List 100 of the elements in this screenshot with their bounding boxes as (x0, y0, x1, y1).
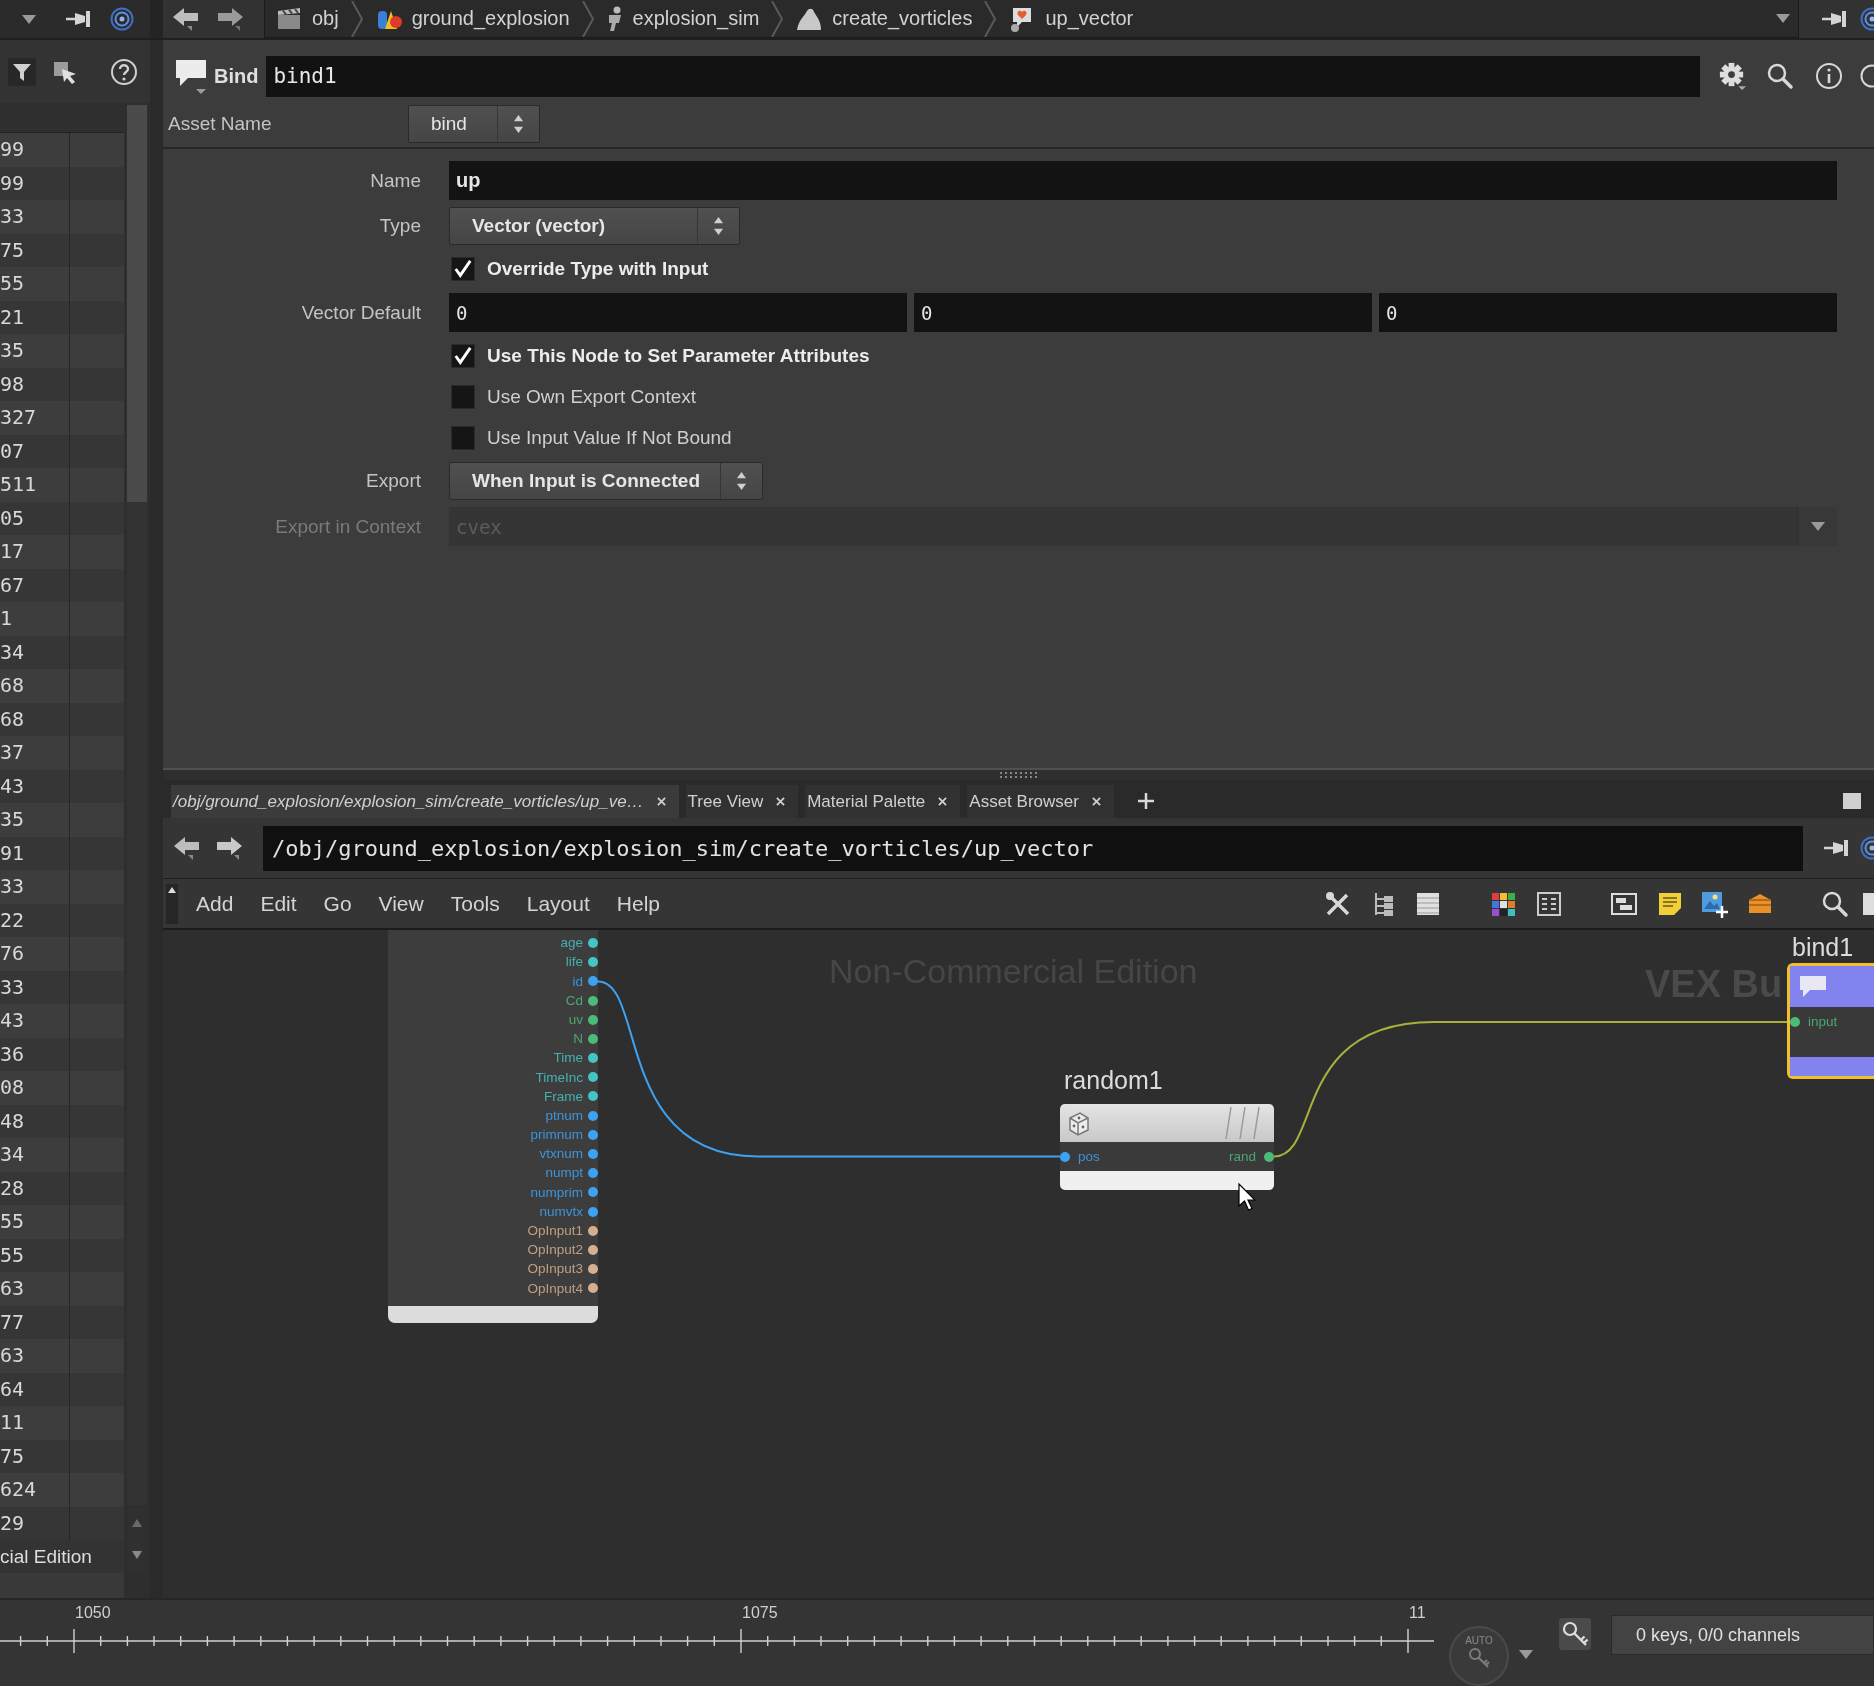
caret-down-icon[interactable] (1776, 14, 1790, 23)
port-dot-icon[interactable] (588, 1072, 598, 1083)
image-add-icon[interactable] (1700, 889, 1728, 918)
dropdown-button[interactable]: When Input is Connected (449, 462, 763, 500)
forward-arrow-icon[interactable] (216, 835, 243, 861)
port-dot-icon[interactable] (1264, 1151, 1274, 1162)
ring-icon[interactable] (1860, 836, 1874, 860)
table-cell-text: 1 (0, 605, 14, 632)
keys-status-button[interactable]: 0 keys, 0/0 channels (1611, 1615, 1874, 1655)
filter-icon[interactable] (8, 57, 36, 86)
port-dot-icon[interactable] (588, 1245, 598, 1255)
node-name-field[interactable]: bind1 (266, 55, 1700, 97)
menu-item[interactable]: Layout (526, 891, 590, 916)
port-dot-icon[interactable] (1060, 1151, 1070, 1162)
menu-item[interactable]: Go (323, 891, 352, 916)
menu-item[interactable]: View (378, 891, 424, 916)
info-icon[interactable] (1815, 62, 1843, 90)
checkbox[interactable] (451, 257, 475, 281)
table-cell-text: 28 (0, 1174, 26, 1202)
checkbox-label[interactable]: Override Type with Input (487, 258, 709, 280)
scroll-up-icon[interactable] (166, 883, 178, 924)
menu-item[interactable]: Add (196, 891, 234, 916)
port-dot-icon[interactable] (588, 938, 598, 948)
pin-icon[interactable] (66, 8, 92, 30)
random-node[interactable]: pos rand (1060, 1104, 1274, 1190)
key-icon[interactable] (1559, 1618, 1591, 1650)
port-dot-icon[interactable] (588, 1033, 598, 1044)
checkbox-label[interactable]: Use Input Value If Not Bound (487, 427, 732, 449)
caret-down-icon[interactable] (22, 14, 36, 24)
global-variables-node[interactable]: age life id Cd uv N Time TimeInc Frame ptnum primnum vtxnum numpt numprim numvtx OpInput1 OpInput2 OpInput3 OpInput4 (388, 930, 598, 1323)
port-dot-icon[interactable] (588, 1225, 598, 1236)
port-dot-icon[interactable] (588, 1168, 598, 1179)
close-icon[interactable] (1091, 797, 1101, 806)
breadcrumb[interactable]: ground_explosion (374, 4, 570, 33)
menu-item[interactable]: Help (616, 891, 660, 916)
pin-icon[interactable] (1824, 837, 1850, 859)
path-field[interactable]: /obj/ground_explosion/explosion_sim/create_vorticles/up_vector (263, 825, 1803, 871)
close-icon[interactable] (776, 797, 786, 806)
port-dot-icon[interactable] (588, 957, 598, 968)
checkbox[interactable] (451, 385, 475, 409)
port-dot-icon[interactable] (588, 1014, 598, 1025)
port-dot-icon[interactable] (588, 995, 598, 1006)
frame-label: 11 (1409, 1604, 1426, 1622)
back-arrow-icon[interactable] (173, 835, 200, 861)
close-icon[interactable] (938, 797, 948, 806)
table-cell-text: 29 (0, 1509, 26, 1537)
gear-icon[interactable] (1717, 61, 1747, 91)
timeline-ruler[interactable] (0, 1628, 1434, 1654)
number-field[interactable]: 0 (449, 293, 907, 332)
frame-label: 1050 (75, 1604, 111, 1622)
port-dot-icon[interactable] (588, 1053, 598, 1064)
port-label: age (560, 936, 583, 950)
scrollbar[interactable] (127, 105, 147, 1505)
breadcrumb[interactable]: explosion_sim (605, 4, 760, 33)
checkbox[interactable] (451, 426, 475, 450)
caret-down-icon[interactable] (1519, 1650, 1533, 1659)
port-dot-icon[interactable] (588, 1149, 598, 1160)
search-icon[interactable] (1821, 889, 1849, 918)
table-cell-text: 08 (0, 1074, 26, 1101)
port-dot-icon[interactable] (588, 1091, 598, 1102)
bind-node[interactable]: input (1787, 963, 1874, 1079)
port-dot-icon[interactable] (588, 1283, 598, 1294)
menu-item[interactable]: Edit (260, 891, 297, 916)
tools-icon[interactable] (1324, 889, 1352, 918)
dropdown-button[interactable]: bind (408, 105, 540, 143)
plus-icon[interactable] (1136, 792, 1155, 810)
grip-icon[interactable] (999, 771, 1038, 779)
breadcrumb[interactable]: up_vector (1008, 4, 1134, 33)
search-icon[interactable] (1766, 62, 1794, 90)
breadcrumb[interactable]: obj (275, 4, 339, 33)
checkbox-label[interactable]: Use This Node to Set Parameter Attributes (487, 345, 870, 367)
port-dot-icon[interactable] (588, 976, 598, 987)
breadcrumb[interactable]: create_vorticles (795, 4, 973, 33)
table-cell-text: 05 (0, 504, 26, 532)
pane-tab[interactable]: Material Palette (805, 785, 961, 818)
port-dot-icon[interactable] (588, 1187, 598, 1198)
help-icon[interactable] (110, 57, 138, 86)
back-arrow-icon[interactable] (172, 6, 199, 32)
port-dot-icon[interactable] (588, 1206, 598, 1217)
pane-tab[interactable]: /obj/ground_explosion/explosion_sim/create_vorticles/up_ve… (171, 785, 679, 818)
forward-arrow-icon[interactable] (217, 6, 244, 32)
dropdown-button[interactable]: Vector (vector) (449, 207, 740, 245)
pin-icon[interactable] (1822, 8, 1848, 30)
checkbox[interactable] (451, 344, 475, 368)
ring-icon[interactable] (1860, 7, 1874, 31)
port-dot-icon[interactable] (588, 1110, 598, 1121)
number-field[interactable]: 0 (1379, 293, 1837, 332)
port-dot-icon[interactable] (588, 1129, 598, 1140)
checkbox-label[interactable]: Use Own Export Context (487, 386, 697, 408)
ring-icon[interactable] (110, 7, 134, 31)
pane-tab[interactable]: Asset Browser (967, 785, 1114, 818)
table-cell-text: 55 (0, 1241, 26, 1269)
port-dot-icon[interactable] (1790, 1017, 1800, 1027)
menu-item[interactable]: Tools (450, 891, 500, 916)
pane-tab[interactable]: Tree View (685, 785, 799, 818)
number-field[interactable]: 0 (914, 293, 1372, 332)
port-dot-icon[interactable] (588, 1264, 598, 1275)
text-field[interactable]: up (449, 161, 1837, 200)
close-icon[interactable] (656, 797, 666, 806)
grid-icon[interactable] (1535, 889, 1563, 918)
